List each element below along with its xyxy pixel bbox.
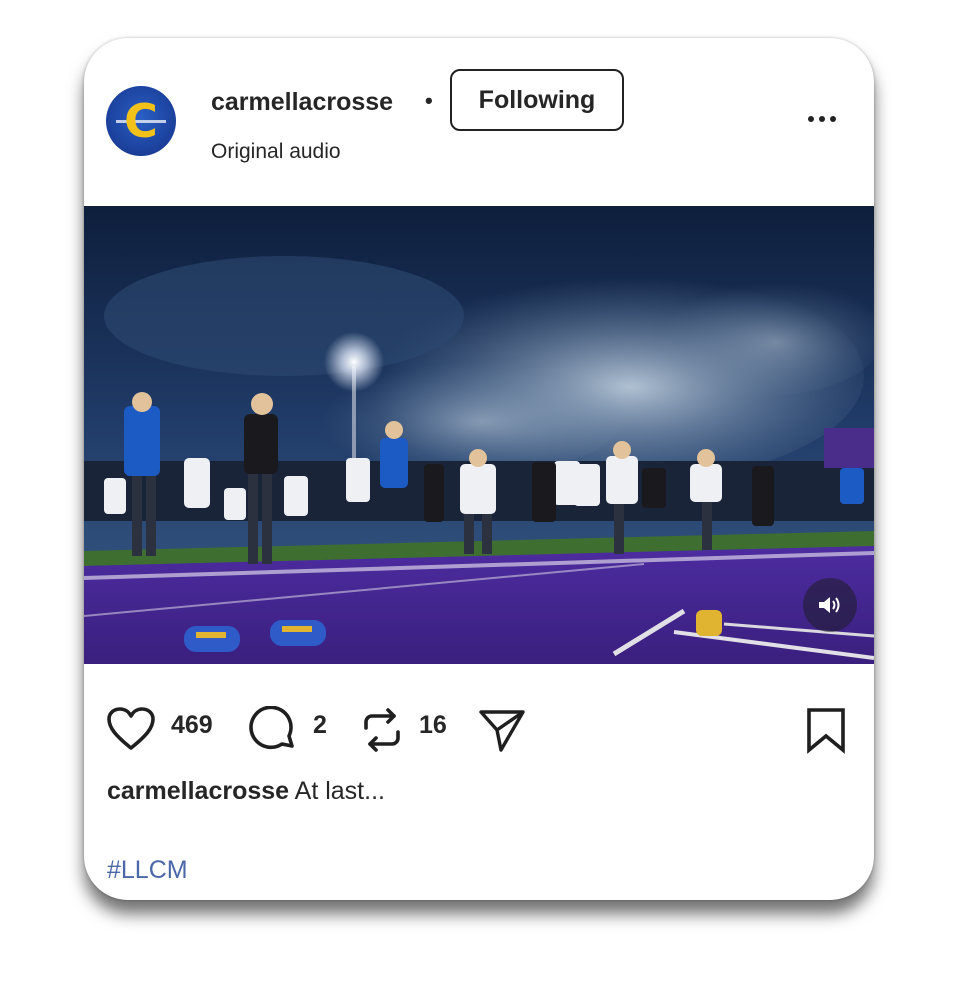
video-frame (84, 206, 874, 664)
bookmark-icon[interactable] (804, 706, 848, 754)
caption-username[interactable]: carmellacrosse (107, 777, 289, 805)
more-options-icon[interactable] (802, 110, 842, 128)
separator-dot: • (425, 88, 433, 113)
share-icon[interactable] (477, 706, 527, 754)
audio-label[interactable]: Original audio (211, 140, 341, 164)
hashtag-link[interactable]: #LLCM (107, 856, 188, 885)
following-button[interactable]: Following (450, 69, 624, 131)
speaker-icon[interactable] (803, 578, 857, 632)
like-count: 469 (171, 711, 213, 739)
post-video[interactable] (84, 206, 874, 664)
post-username[interactable]: carmellacrosse (211, 88, 393, 117)
comment-count: 2 (313, 711, 327, 739)
heart-icon[interactable] (106, 706, 156, 752)
logo-letter: C (124, 94, 158, 148)
action-bar: 469 2 16 (84, 698, 874, 758)
post-card: C carmellacrosse • Following Original au… (84, 38, 874, 900)
caption-text: At last... (289, 777, 385, 805)
avatar[interactable]: C (106, 86, 176, 156)
comment-icon[interactable] (248, 706, 298, 756)
repost-count: 16 (419, 711, 447, 739)
repost-icon[interactable] (360, 706, 404, 754)
post-caption: carmellacrosse At last... (107, 777, 385, 806)
